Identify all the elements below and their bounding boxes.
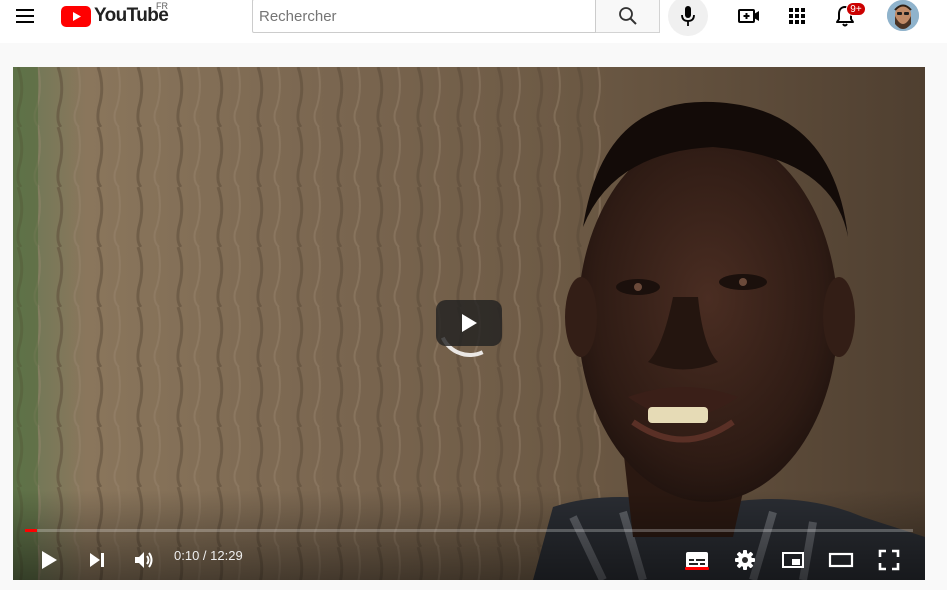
settings-button[interactable] (727, 542, 763, 578)
search-input[interactable] (252, 0, 596, 33)
notification-badge: 9+ (846, 2, 866, 16)
volume-icon (135, 552, 153, 568)
theater-mode-button[interactable] (823, 542, 859, 578)
youtube-play-logo-icon (61, 5, 91, 27)
time-display: 0:10 / 12:29 (174, 548, 243, 563)
theater-icon (828, 552, 854, 568)
miniplayer-icon (782, 552, 804, 568)
gear-icon (735, 550, 755, 570)
progress-played (25, 529, 37, 532)
apps-grid-icon[interactable] (785, 4, 809, 28)
volume-button[interactable] (126, 542, 162, 578)
next-icon (90, 553, 104, 567)
play-icon (462, 314, 477, 332)
progress-bar[interactable] (25, 529, 913, 532)
play-icon (42, 551, 57, 569)
video-player[interactable]: 0:10 / 12:29 (13, 67, 925, 580)
create-video-icon[interactable] (737, 4, 761, 28)
miniplayer-button[interactable] (775, 542, 811, 578)
fullscreen-button[interactable] (871, 542, 907, 578)
avatar[interactable] (887, 0, 919, 31)
search-button[interactable] (596, 0, 660, 33)
mic-icon (681, 6, 695, 26)
masthead: YouTube FR Rechercher 9+ (0, 0, 947, 43)
subtitles-button[interactable] (679, 542, 715, 578)
menu-icon[interactable] (14, 6, 38, 26)
fullscreen-icon (878, 549, 900, 571)
subtitles-active-indicator (685, 567, 709, 570)
voice-search-button[interactable] (668, 0, 708, 36)
search-icon (618, 7, 637, 25)
large-play-button[interactable] (436, 300, 502, 346)
play-button[interactable] (31, 542, 67, 578)
country-code: FR (156, 1, 168, 11)
next-button[interactable] (79, 542, 115, 578)
youtube-logo[interactable]: YouTube (61, 5, 169, 27)
